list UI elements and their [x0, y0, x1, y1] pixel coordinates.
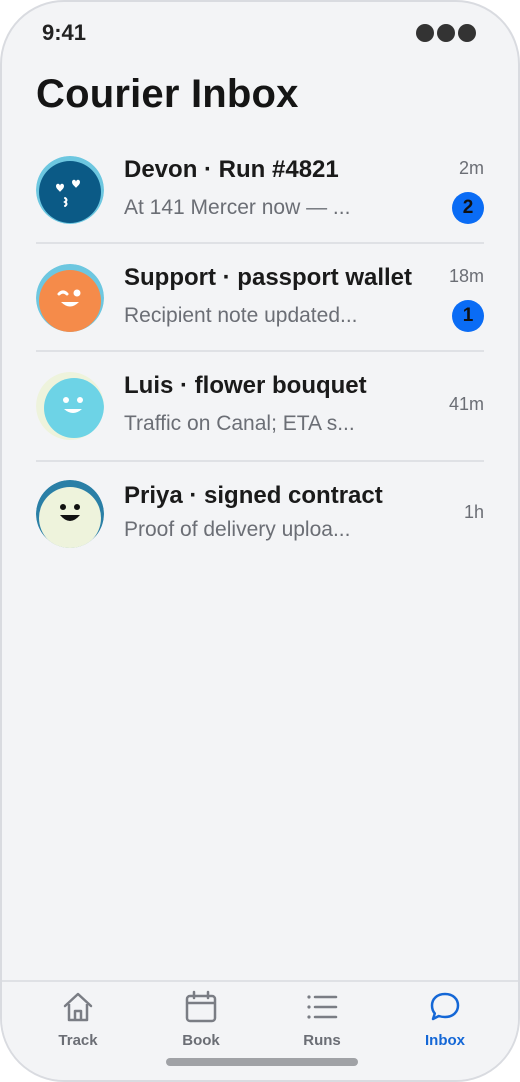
- thread-row-priya[interactable]: Priya · signed contract Proof of deliver…: [36, 462, 484, 570]
- wink-avatar[interactable]: [36, 264, 104, 332]
- phone-screen: 9:41 Courier Inbox Devon · Run #4821 At …: [0, 0, 520, 1082]
- tab-book[interactable]: Book: [151, 990, 251, 1049]
- thread-name: Devon · Run #4821: [124, 156, 339, 183]
- status-bar: 9:41: [2, 2, 518, 62]
- ellipsis-icon: [416, 24, 476, 42]
- unread-badge: 2: [452, 192, 484, 224]
- chat-bubble-icon: [430, 992, 460, 1021]
- home-icon: [63, 992, 93, 1022]
- thread-preview: At 141 Mercer now — ...: [124, 196, 351, 219]
- thread-row-devon[interactable]: Devon · Run #4821 At 141 Mercer now — ..…: [36, 136, 484, 244]
- thread-time: 18m: [448, 266, 484, 286]
- thread-preview: Recipient note updated...: [124, 304, 358, 327]
- thread-preview: Proof of delivery uploa...: [124, 518, 351, 541]
- thread-time: 41m: [448, 394, 484, 414]
- thread-row-luis[interactable]: Luis · flower bouquet Traffic on Canal; …: [36, 352, 484, 462]
- thread-time: 1h: [463, 502, 484, 522]
- thread-name: Luis · flower bouquet: [124, 372, 367, 399]
- thread-preview: Traffic on Canal; ETA s...: [124, 412, 355, 435]
- tab-label: Inbox: [425, 1032, 465, 1049]
- tab-label: Runs: [303, 1032, 341, 1049]
- tab-label: Book: [182, 1032, 220, 1049]
- tab-inbox[interactable]: Inbox: [395, 990, 495, 1049]
- tab-label: Track: [58, 1032, 98, 1049]
- calendar-icon: [185, 990, 217, 1023]
- thread-name: Support · passport wallet: [124, 264, 413, 291]
- thread-time: 2m: [458, 158, 484, 178]
- smile-avatar[interactable]: [36, 372, 104, 440]
- grin-avatar[interactable]: [36, 480, 104, 548]
- thread-list: Devon · Run #4821 At 141 Mercer now — ..…: [36, 136, 484, 570]
- home-indicator[interactable]: [166, 1058, 358, 1066]
- list-icon: [307, 995, 338, 1019]
- thread-row-support[interactable]: Support · passport wallet Recipient note…: [36, 244, 484, 352]
- thread-name: Priya · signed contract: [124, 482, 383, 509]
- heart-eyes-avatar[interactable]: [36, 156, 104, 224]
- tab-runs[interactable]: Runs: [272, 990, 372, 1049]
- unread-badge: 1: [452, 300, 484, 332]
- tab-track[interactable]: Track: [28, 990, 128, 1049]
- status-time: 9:41: [42, 20, 87, 45]
- page-title: Courier Inbox: [36, 72, 299, 116]
